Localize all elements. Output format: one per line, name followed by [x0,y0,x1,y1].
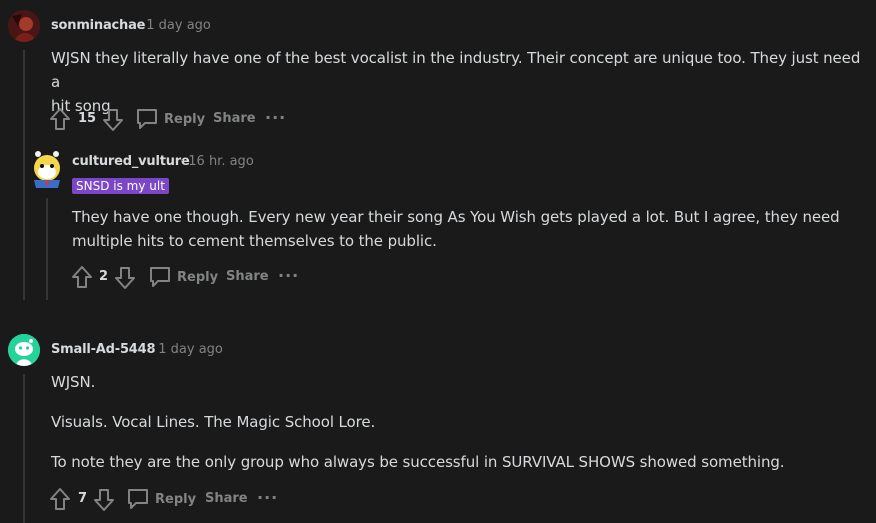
upvote-button[interactable] [49,107,71,131]
downvote-icon [115,267,135,289]
comment-paragraph: They have one though. Every new year the… [72,208,840,226]
vote-count: 7 [78,491,88,506]
thread-line[interactable] [23,374,25,523]
vote-count: 2 [99,269,109,284]
reply-label: Reply [164,111,206,127]
comment-reply-icon [137,109,157,129]
vote-count: 15 [78,111,97,126]
comment-author[interactable]: sonminachae [51,18,146,33]
thread-line[interactable] [23,50,25,300]
comment-body-p1: WJSN. [51,373,96,391]
reply-button[interactable]: Reply [135,108,205,130]
share-button[interactable]: Share [205,491,248,506]
comment-timestamp[interactable]: · 1 day ago [138,18,211,33]
reply-label: Reply [177,269,219,285]
comment-paragraph: multiple hits to cement themselves to th… [72,232,437,250]
comment-reply-icon [150,267,170,287]
comment-paragraph: WJSN they literally have one of the best… [51,49,861,91]
user-flair: SNSD is my ult [72,178,169,194]
comment-body-p3: To note they are the only group who alwa… [51,453,785,471]
more-options-icon[interactable]: ··· [265,108,286,127]
upvote-icon [50,488,70,510]
upvote-icon [50,108,70,130]
downvote-button[interactable] [102,108,124,132]
reply-button[interactable]: Reply [148,266,218,288]
comment-author[interactable]: Small-Ad-5448 [51,342,156,357]
share-button[interactable]: Share [226,269,269,284]
more-options-icon[interactable]: ··· [257,488,278,507]
more-options-icon[interactable]: ··· [278,266,299,285]
comment-body: They have one though. Every new year the… [72,205,872,253]
avatar[interactable] [8,10,40,42]
share-button[interactable]: Share [213,111,256,126]
avatar[interactable] [30,150,64,188]
downvote-button[interactable] [93,488,115,512]
downvote-icon [94,489,114,511]
comment-timestamp[interactable]: · 1 day ago [150,342,223,357]
upvote-button[interactable] [49,487,71,511]
upvote-button[interactable] [71,265,93,289]
avatar[interactable] [8,334,40,366]
downvote-button[interactable] [114,266,136,290]
comment-author[interactable]: cultured_vulture [72,154,190,169]
downvote-icon [103,109,123,131]
comment-reply-icon [128,489,148,509]
reply-label: Reply [155,491,197,507]
reply-button[interactable]: Reply [126,488,196,510]
thread-line[interactable] [46,198,48,300]
comment-timestamp[interactable]: · 16 hr. ago [180,154,254,169]
comment-body-p2: Visuals. Vocal Lines. The Magic School L… [51,413,376,431]
upvote-icon [72,266,92,288]
